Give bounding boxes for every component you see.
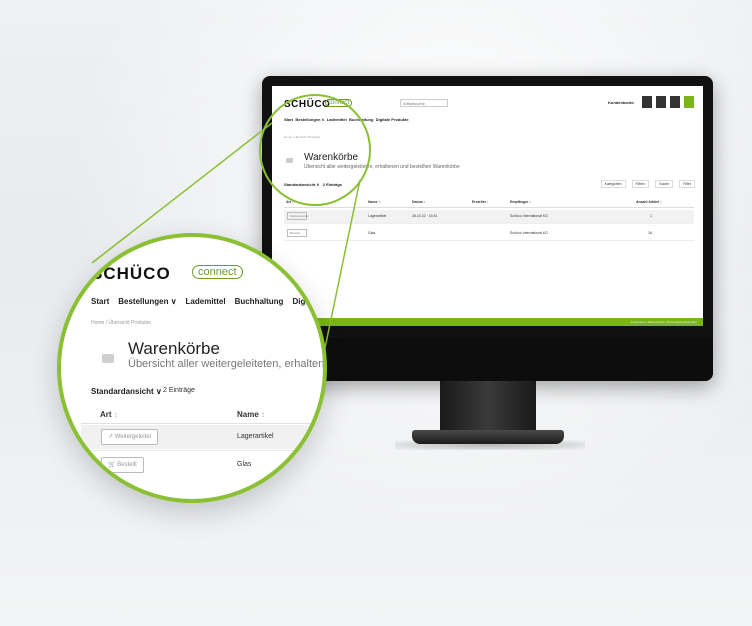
help-icon[interactable] <box>670 96 680 108</box>
monitor-chin <box>262 338 713 381</box>
cart-page-icon <box>286 158 293 163</box>
magnifier-circle: SCHÜCO connect Start Bestellungen ∨ Lade… <box>57 233 327 503</box>
user-icon[interactable] <box>642 96 652 108</box>
type-badge: Bestellt <box>287 229 307 237</box>
main-nav-zoom: Start Bestellungen ∨ Lademittel Buchhalt… <box>91 297 323 306</box>
brand-logo-sub-zoom: connect <box>192 265 243 279</box>
brand-logo-zoom[interactable]: SCHÜCO <box>91 264 171 284</box>
nav-item-digitale-produkte[interactable]: Digitale Produkte <box>292 297 323 306</box>
bell-icon[interactable] <box>656 96 666 108</box>
header-divider <box>81 423 323 424</box>
nav-item-buchhaltung[interactable]: Buchhaltung <box>235 297 284 306</box>
view-selector[interactable]: Standardansicht ∨ 2 Einträge <box>284 182 342 187</box>
filter-toggle-button[interactable]: Filter <box>679 180 695 188</box>
cart-icon[interactable] <box>684 96 694 108</box>
row-recipient: Schüco International KG <box>510 214 548 218</box>
page-title-zoom: Warenkörbe <box>128 339 220 358</box>
toolbar: Kategorien Filtern Suche Filter <box>600 180 695 188</box>
user-account-button[interactable]: Kundenkonto <box>608 100 634 105</box>
row-count: 16 <box>648 231 652 235</box>
nav-item-start[interactable]: Start <box>284 117 293 122</box>
monitor-stand-base <box>412 430 564 444</box>
type-badge-ordered: 🛒 Bestellt <box>101 457 144 473</box>
nav-item-bestellungen[interactable]: Bestellungen ∨ <box>295 117 324 122</box>
row-name: Glas <box>368 231 376 235</box>
col-creator[interactable]: Ersteller ↕ <box>472 200 489 204</box>
main-nav: Start Bestellungen ∨ Lademittel Buchhalt… <box>284 117 409 122</box>
categories-button[interactable]: Kategorien <box>600 180 626 188</box>
magnified-view: SCHÜCO connect Start Bestellungen ∨ Lade… <box>61 237 327 499</box>
col-art-zoom[interactable]: Art ↕ <box>100 410 118 419</box>
sort-icon[interactable]: ↕ <box>114 410 118 419</box>
type-badge: Weitergeleitet <box>287 212 308 220</box>
monitor-screen: SCHÜCO connect Artikelsuche Kundenkonto … <box>272 86 703 326</box>
col-art[interactable]: Art ↕ <box>286 200 294 204</box>
col-count[interactable]: Anzahl Artikel ↕ <box>636 200 662 204</box>
brand-logo[interactable]: SCHÜCO <box>284 99 330 110</box>
entry-count-zoom: 2 Einträge <box>163 387 195 394</box>
page-title: Warenkörbe <box>304 152 359 163</box>
page-subtitle: Übersicht aller weitergeleiteten, erhalt… <box>304 164 460 170</box>
col-name[interactable]: Name ↕ <box>368 200 380 204</box>
table-row[interactable]: 🛒 Bestellt Glas <box>81 453 323 477</box>
col-date[interactable]: Datum ↕ <box>412 200 426 204</box>
cart-icon: 🛒 <box>108 462 118 468</box>
nav-item-bestellungen[interactable]: Bestellungen ∨ <box>118 297 176 306</box>
sort-icon[interactable]: ↕ <box>261 410 265 419</box>
row-count: 1 <box>650 214 652 218</box>
table-row[interactable]: ↗ Weitergeleitet Lagerartikel <box>81 425 323 449</box>
type-badge-forwarded: ↗ Weitergeleitet <box>101 429 159 445</box>
col-name-label: Name <box>237 410 259 419</box>
col-name-zoom[interactable]: Name ↕ <box>237 410 265 419</box>
row-date: 26.10.22 · 15:41 <box>412 214 438 218</box>
page-subtitle-zoom: Übersicht aller weitergeleiteten, erhalt… <box>128 358 327 370</box>
type-badge-label: Bestellt <box>117 462 137 468</box>
type-badge-label: Weitergeleitet <box>114 434 152 440</box>
breadcrumb-zoom[interactable]: Home / Übersicht Produkte <box>91 320 151 326</box>
col-art-label: Art <box>100 410 112 419</box>
row-name: Lagerartikel <box>368 214 387 218</box>
footer-bar: Impressum | Datenschutz | Nutzungsbeding… <box>272 318 703 326</box>
nav-item-start[interactable]: Start <box>91 297 109 306</box>
nav-item-lademittel[interactable]: Lademittel <box>186 297 226 306</box>
breadcrumb[interactable]: Home / Übersicht Produkte <box>284 135 320 139</box>
monitor-stand-neck <box>440 381 536 435</box>
filter-button[interactable]: Filtern <box>631 180 650 188</box>
row-name: Lagerartikel <box>237 433 274 440</box>
row-recipient: Schüco International KG <box>510 231 548 235</box>
entry-count: 2 Einträge <box>322 182 343 187</box>
table-header: Art ↕ Name ↕ Datum ↕ Ersteller ↕ Empfäng… <box>284 199 694 208</box>
nav-item-lademittel[interactable]: Lademittel <box>327 117 347 122</box>
view-label[interactable]: Standardansicht ∨ <box>284 182 319 187</box>
cart-page-icon <box>102 354 114 363</box>
table-row[interactable]: Bestellt Glas Schüco International KG 16 <box>284 227 694 241</box>
search-input[interactable]: Artikelsuche <box>400 99 448 107</box>
col-recipient[interactable]: Empfänger ↕ <box>510 200 531 204</box>
nav-item-digitale-produkte[interactable]: Digitale Produkte <box>376 117 409 122</box>
brand-logo-sub: connect <box>325 99 353 107</box>
search-button[interactable]: Suche <box>655 180 674 188</box>
row-name: Glas <box>237 461 252 468</box>
view-selector-zoom[interactable]: Standardansicht ∨ <box>91 387 162 396</box>
table-row[interactable]: Weitergeleitet Lagerartikel 26.10.22 · 1… <box>284 210 694 224</box>
row-divider <box>81 450 323 451</box>
nav-item-buchhaltung[interactable]: Buchhaltung <box>349 117 373 122</box>
forward-icon: ↗ <box>108 434 115 440</box>
